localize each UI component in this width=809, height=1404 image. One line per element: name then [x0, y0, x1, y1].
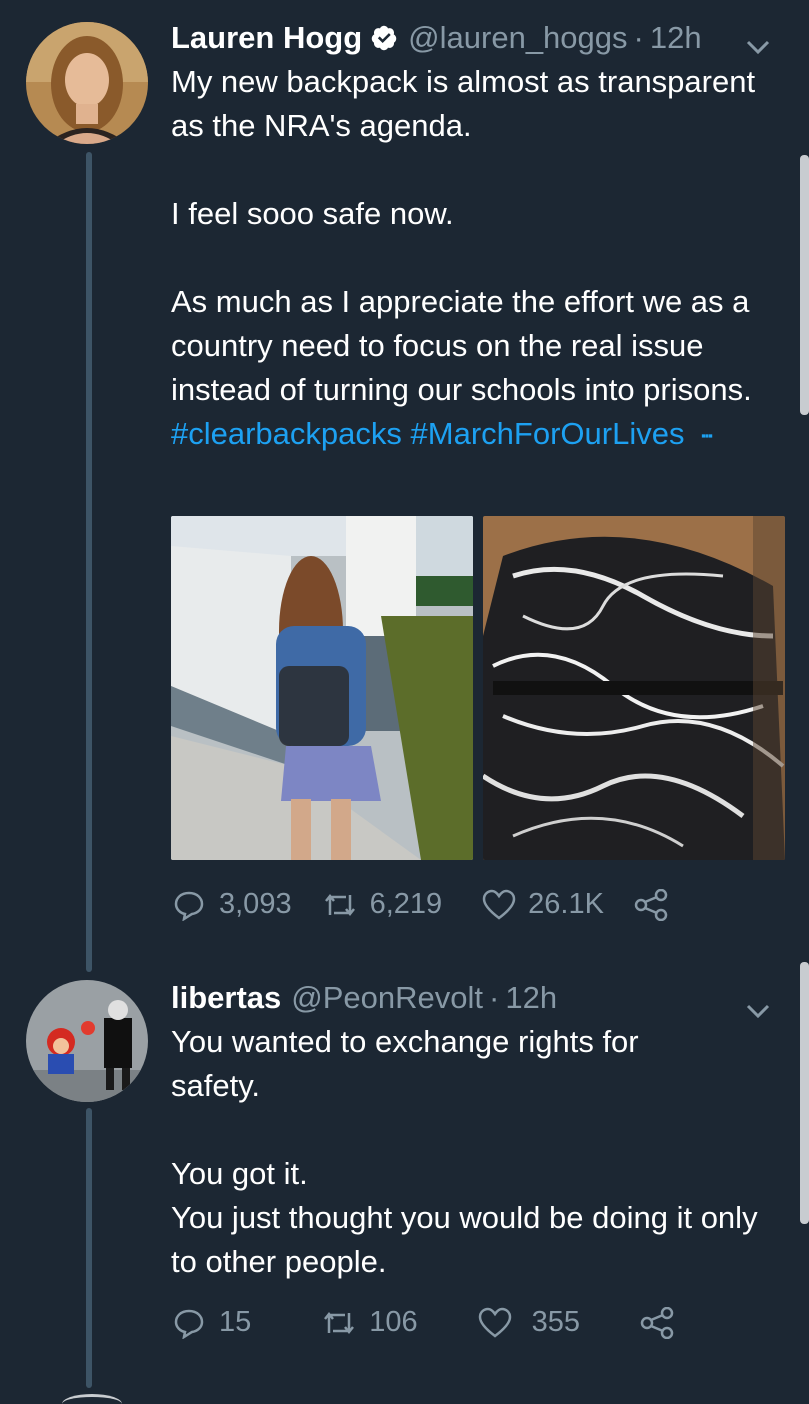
separator: ·	[489, 980, 500, 1015]
hashflag-icon: ▪▪▪	[701, 427, 713, 443]
like-button[interactable]: 355	[478, 1306, 580, 1339]
tweet-text: My new backpack is almost as transparent…	[171, 60, 779, 412]
avatar[interactable]	[26, 980, 148, 1102]
retweet-icon	[324, 1311, 355, 1334]
timestamp[interactable]: 12h	[505, 980, 557, 1016]
retweet-count: 106	[369, 1306, 418, 1338]
hashtag-row: #clearbackpacks #MarchForOurLives ▪▪▪	[171, 412, 779, 458]
hashtag-link[interactable]: #MarchForOurLives	[411, 416, 685, 451]
heart-icon	[482, 889, 516, 920]
verified-badge-icon	[370, 24, 398, 52]
reply-icon	[174, 1309, 204, 1339]
like-count: 26.1K	[528, 888, 604, 920]
tweet-actions: 15 106 355	[173, 1306, 676, 1339]
share-icon	[640, 1306, 674, 1339]
tweet-actions: 3,093 6,219 26.1K	[173, 888, 670, 921]
display-name[interactable]: Lauren Hogg	[171, 20, 362, 56]
like-count: 355	[531, 1306, 581, 1338]
media-photo[interactable]	[483, 516, 785, 860]
chevron-down-icon[interactable]	[743, 996, 773, 1026]
tweet-header: Lauren Hogg @lauren_hoggs · 12h	[171, 18, 779, 58]
retweet-icon	[324, 893, 355, 916]
reply-tweet[interactable]: libertas @PeonRevolt · 12h You wanted to…	[0, 962, 809, 1402]
user-handle[interactable]: @lauren_hoggs	[408, 20, 627, 56]
user-handle[interactable]: @PeonRevolt	[291, 980, 483, 1016]
tweet-paragraph: I feel sooo safe now.	[171, 196, 454, 231]
tweet-paragraph: You got it. You just thought you would b…	[171, 1156, 758, 1279]
tweet-text: You wanted to exchange rights for safety…	[171, 1020, 779, 1284]
media-photo[interactable]	[171, 516, 473, 860]
tweet-header: libertas @PeonRevolt · 12h	[171, 978, 779, 1018]
timeline: Lauren Hogg @lauren_hoggs · 12h My new b…	[0, 0, 809, 1404]
tweet-paragraph: You wanted to exchange rights for safety…	[171, 1024, 639, 1103]
like-button[interactable]: 26.1K	[482, 888, 604, 921]
tweet-paragraph: My new backpack is almost as transparent…	[171, 64, 756, 143]
timestamp[interactable]: 12h	[650, 20, 702, 56]
share-button[interactable]	[640, 1306, 676, 1339]
retweet-button[interactable]: 106	[321, 1306, 418, 1339]
tweet[interactable]: Lauren Hogg @lauren_hoggs · 12h My new b…	[0, 0, 809, 960]
share-button[interactable]	[634, 888, 670, 921]
share-icon	[634, 888, 668, 921]
media-grid	[171, 516, 785, 860]
retweet-count: 6,219	[369, 888, 443, 920]
reply-button[interactable]: 3,093	[173, 888, 292, 921]
reply-count: 15	[219, 1306, 252, 1338]
heart-icon	[478, 1307, 511, 1338]
reply-icon	[174, 891, 204, 921]
retweet-button[interactable]: 6,219	[322, 888, 443, 921]
avatar[interactable]	[26, 22, 148, 144]
reply-button[interactable]: 15	[173, 1306, 251, 1339]
tweet-paragraph: As much as I appreciate the effort we as…	[171, 284, 752, 407]
display-name[interactable]: libertas	[171, 980, 281, 1016]
chevron-down-icon[interactable]	[743, 32, 773, 62]
reply-count: 3,093	[219, 888, 292, 920]
hashtag-link[interactable]: #clearbackpacks	[171, 416, 402, 451]
separator: ·	[633, 20, 644, 55]
